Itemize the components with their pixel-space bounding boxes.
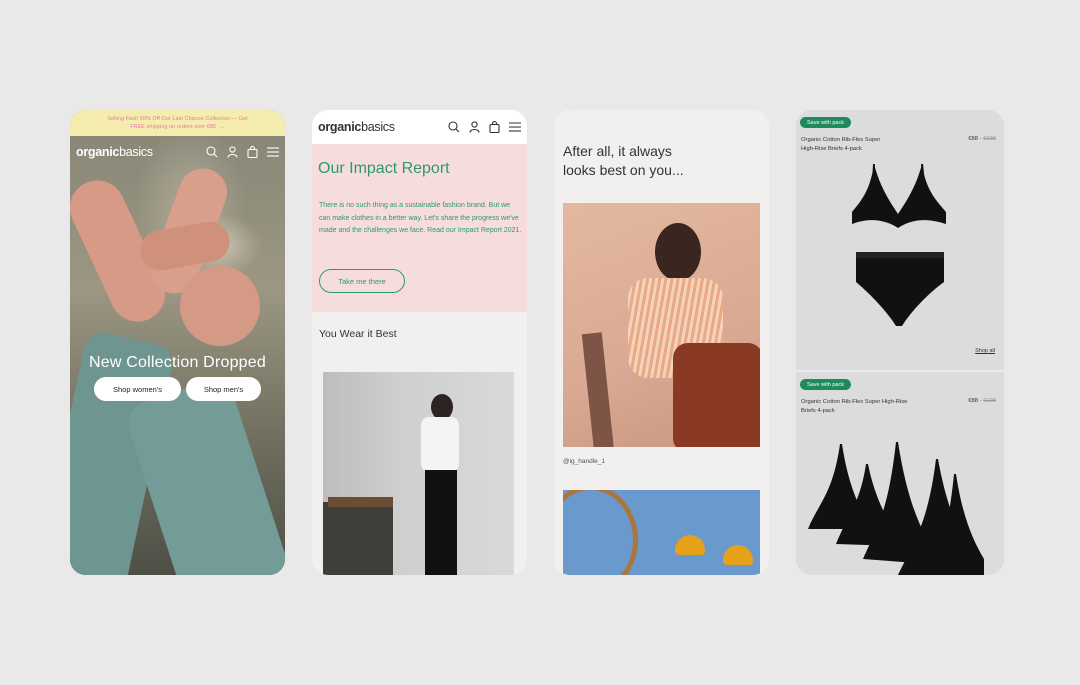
product-price: €88 · €108 — [968, 398, 996, 404]
instagram-handle[interactable]: @ig_handle_1 — [563, 458, 605, 465]
promo-banner-line2: FREE shipping on orders over €85 — [130, 124, 217, 130]
shop-men-button[interactable]: Shop men's — [186, 377, 261, 401]
menu-icon[interactable] — [509, 122, 521, 132]
phone-screen-impact: organicbasics Our Impact Report There is… — [312, 110, 527, 575]
search-icon[interactable] — [206, 146, 218, 158]
product-name[interactable]: Organic Cotton Rib-Flex Super High-Rise … — [801, 398, 907, 415]
product-card[interactable]: Save with pack Organic Cotton Rib-Flex S… — [796, 110, 1004, 370]
shop-all-link[interactable]: Shop all — [975, 348, 995, 354]
hero-title: New Collection Dropped — [89, 354, 266, 371]
top-nav: organicbasics — [312, 110, 527, 144]
product-card[interactable]: Save with pack Organic Cotton Rib-Flex S… — [796, 372, 1004, 575]
gallery-photo-2[interactable] — [563, 490, 760, 575]
account-icon[interactable] — [227, 146, 238, 158]
bras-pack-image — [808, 442, 984, 575]
shop-women-button[interactable]: Shop women's — [94, 377, 181, 401]
impact-title: Our Impact Report — [318, 160, 450, 177]
promo-banner[interactable]: Selling Fast! 50% Off Our Last Chance Co… — [70, 110, 285, 136]
logo[interactable]: organicbasics — [76, 145, 153, 159]
save-with-pack-badge: Save with pack — [800, 117, 851, 128]
customer-photo[interactable] — [323, 372, 514, 575]
search-icon[interactable] — [448, 121, 460, 133]
section-title: You Wear it Best — [319, 328, 397, 340]
product-name[interactable]: Organic Cotton Rib-Flex Super High-Rise … — [801, 136, 880, 153]
impact-report-section: Our Impact Report There is no such thing… — [312, 144, 527, 312]
phone-screen-gallery: After all, it always looks best on you..… — [554, 110, 769, 575]
take-me-there-button[interactable]: Take me there — [319, 269, 405, 293]
promo-banner-line1: Selling Fast! 50% Off Our Last Chance Co… — [107, 116, 248, 122]
gallery-photo[interactable] — [563, 203, 760, 447]
top-nav: organicbasics — [70, 136, 285, 168]
bra-and-briefs-image — [852, 163, 946, 326]
save-with-pack-badge: Save with pack — [800, 379, 851, 390]
arrow-right-icon: → — [219, 124, 225, 130]
phone-screen-home: Selling Fast! 50% Off Our Last Chance Co… — [70, 110, 285, 575]
phone-screen-products: Save with pack Organic Cotton Rib-Flex S… — [796, 110, 1004, 575]
product-price: €88 · €108 — [968, 136, 996, 142]
bag-icon[interactable] — [247, 146, 258, 158]
account-icon[interactable] — [469, 121, 480, 133]
impact-body: There is no such thing as a sustainable … — [319, 202, 522, 234]
logo[interactable]: organicbasics — [318, 120, 395, 134]
bag-icon[interactable] — [489, 121, 500, 133]
menu-icon[interactable] — [267, 147, 279, 157]
gallery-headline: After all, it always looks best on you..… — [563, 143, 684, 178]
